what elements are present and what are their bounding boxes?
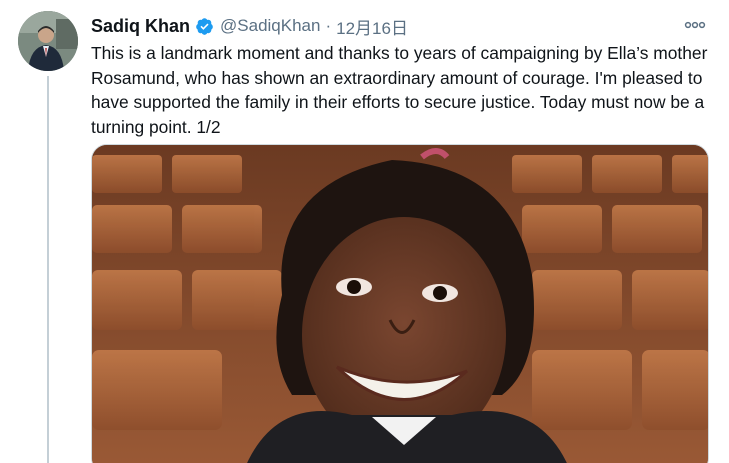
tweet-date[interactable]: 12月16日	[336, 14, 408, 39]
separator: ·	[325, 16, 332, 35]
tweet-header: Sadiq Khan @SadiqKhan · 12月16日	[91, 14, 408, 38]
display-name[interactable]: Sadiq Khan	[91, 16, 190, 37]
avatar[interactable]	[18, 11, 78, 71]
user-handle[interactable]: @SadiqKhan	[220, 16, 320, 36]
verified-badge-icon	[195, 17, 214, 36]
tweet-photo[interactable]	[91, 144, 709, 463]
thread-line	[47, 76, 49, 463]
tweet-text: This is a landmark moment and thanks to …	[91, 43, 708, 137]
tweet[interactable]: Sadiq Khan @SadiqKhan · 12月16日 This is a…	[0, 0, 729, 463]
more-options-icon[interactable]	[681, 14, 709, 36]
